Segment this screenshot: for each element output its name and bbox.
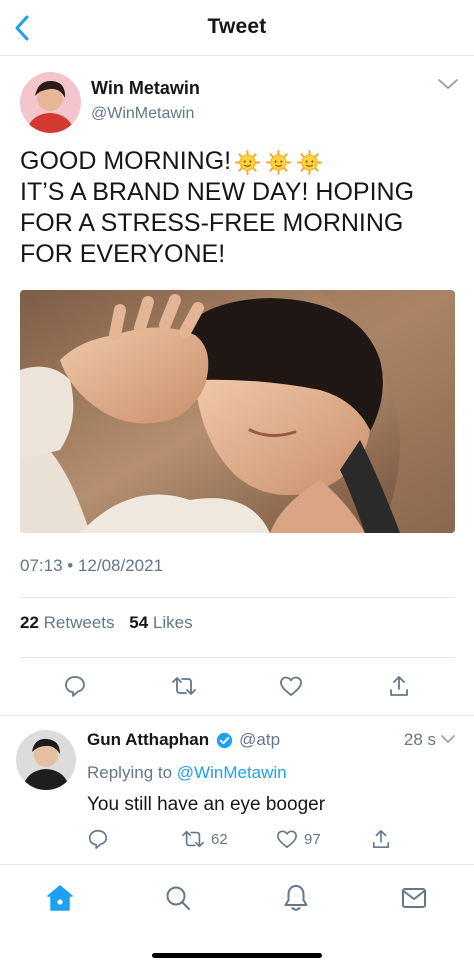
reply-like-count: 97 [304, 830, 321, 848]
reply-author-avatar[interactable] [16, 730, 76, 790]
heart-icon [280, 676, 302, 696]
verified-badge-icon [216, 732, 233, 748]
comment-bubble-icon [65, 676, 85, 697]
likes-stat[interactable]: 54 Likes [129, 613, 192, 632]
messages-envelope-icon [402, 888, 426, 908]
retweet-icon [172, 677, 196, 695]
retweets-stat[interactable]: 22 Retweets [20, 613, 115, 632]
divider [20, 597, 455, 598]
home-icon [47, 885, 73, 911]
replying-to: Replying to @WinMetawin [87, 763, 287, 782]
tweet-options-button[interactable] [436, 76, 460, 96]
reply-options-button[interactable] [440, 732, 456, 746]
top-bar: Tweet [0, 0, 474, 56]
retweet-button[interactable] [168, 670, 200, 702]
tweet-text: GOOD MORNING! IT’S A BRAND NEW DAY! HOPI… [20, 146, 460, 270]
page-title: Tweet [207, 15, 267, 38]
share-icon [372, 830, 390, 849]
tweet-stats: 22 Retweets 54 Likes [20, 613, 203, 633]
reply-text: You still have an eye booger [87, 794, 326, 815]
retweet-icon [182, 830, 204, 848]
reply-retweet-button[interactable]: 62 [181, 826, 228, 852]
reply-author-name[interactable]: Gun Atthaphan [87, 730, 209, 750]
bottom-tab-bar [0, 864, 474, 970]
tweet-line-3: FOR A STRESS-FREE MORNING [20, 209, 404, 237]
chevron-down-icon [441, 735, 455, 743]
tab-messages[interactable] [397, 881, 431, 915]
reply-reply-button[interactable] [87, 826, 109, 852]
sun-with-face-icon [235, 149, 261, 175]
tweet-line-2: IT’S A BRAND NEW DAY! HOPING [20, 178, 415, 206]
author-name[interactable]: Win Metawin [91, 78, 200, 99]
tweet-photo[interactable] [20, 290, 455, 533]
share-icon [390, 676, 408, 696]
comment-bubble-icon [88, 829, 108, 849]
sun-with-face-icon [266, 149, 292, 175]
tweet-line-1: GOOD MORNING! [20, 146, 460, 177]
sun-emojis [235, 149, 323, 175]
tweet-line-4: FOR EVERYONE! [20, 240, 226, 268]
tweet-timestamp: 07:13 • 12/08/2021 [20, 556, 164, 575]
reply-time: 28 s [403, 730, 436, 749]
chevron-down-icon [438, 79, 458, 89]
home-indicator [152, 953, 322, 958]
reply-button[interactable] [59, 670, 91, 702]
divider [20, 657, 455, 658]
notifications-bell-icon [284, 885, 308, 911]
reply-share-button[interactable] [371, 826, 391, 852]
tweet-author: Win Metawin @WinMetawin [20, 72, 460, 136]
reply-header: Gun Atthaphan @atp [87, 730, 280, 750]
author-handle[interactable]: @WinMetawin [91, 105, 194, 123]
replying-to-link[interactable]: @WinMetawin [177, 763, 287, 782]
author-avatar[interactable] [20, 72, 81, 133]
tab-search[interactable] [161, 881, 195, 915]
tab-home[interactable] [43, 881, 77, 915]
share-button[interactable] [383, 670, 415, 702]
search-icon [166, 886, 190, 910]
reply-actions: 62 97 [0, 826, 474, 854]
heart-icon [277, 830, 297, 848]
tab-notifications[interactable] [279, 881, 313, 915]
reply-tweet[interactable]: Gun Atthaphan @atp 28 s Replying to @Win… [0, 716, 474, 864]
sun-with-face-icon [297, 149, 323, 175]
like-button[interactable] [275, 670, 307, 702]
tweet-actions [0, 670, 474, 704]
reply-retweet-count: 62 [211, 830, 228, 848]
reply-author-handle[interactable]: @atp [239, 730, 280, 750]
reply-like-button[interactable]: 97 [276, 826, 321, 852]
